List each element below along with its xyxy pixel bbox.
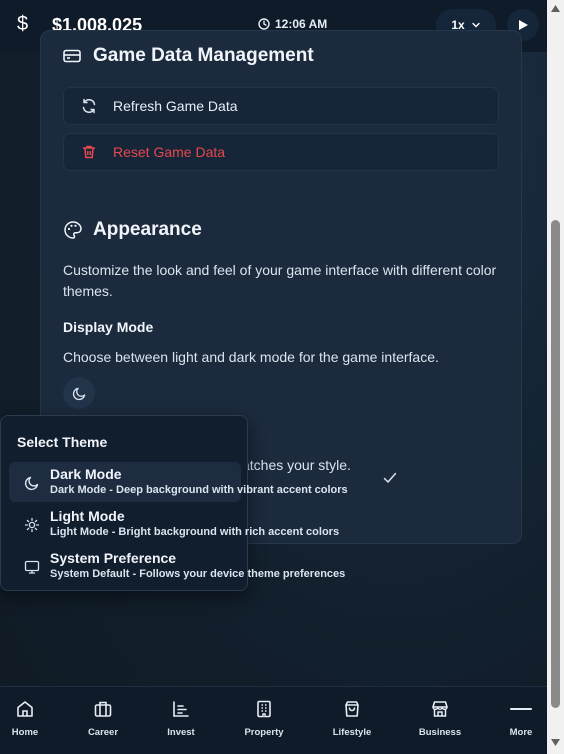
theme-option-description: System Default - Follows your device the…: [50, 568, 346, 580]
menu-icon: [509, 697, 533, 721]
theme-option-light[interactable]: Light Mode Light Mode - Bright backgroun…: [9, 504, 339, 544]
sun-icon: [23, 516, 41, 534]
nav-label: Career: [87, 727, 119, 738]
nav-career[interactable]: Career: [73, 697, 133, 738]
refresh-label: Refresh Game Data: [113, 98, 238, 114]
refresh-icon: [82, 98, 96, 114]
nav-label: Property: [244, 727, 284, 738]
trash-icon: [82, 145, 96, 159]
play-icon: [519, 20, 528, 30]
display-mode-heading: Display Mode: [63, 319, 154, 335]
scroll-down-icon[interactable]: [550, 737, 561, 748]
display-mode-description: Choose between light and dark mode for t…: [63, 349, 439, 365]
theme-option-description: Light Mode - Bright background with rich…: [50, 526, 340, 538]
bottom-navigation: Home Career Invest Property Lifestyle Bu…: [0, 686, 547, 754]
scroll-up-icon[interactable]: [550, 3, 561, 14]
page-scrollbar[interactable]: [547, 0, 564, 754]
nav-more[interactable]: More: [491, 697, 551, 738]
refresh-game-data-button[interactable]: Refresh Game Data: [63, 87, 499, 125]
theme-option-name: Light Mode: [50, 508, 125, 524]
nav-label: Lifestyle: [332, 727, 372, 738]
game-data-heading: Game Data Management: [63, 45, 314, 67]
reset-label: Reset Game Data: [113, 144, 226, 160]
appearance-description: Customize the look and feel of your game…: [63, 262, 497, 299]
theme-option-dark[interactable]: Dark Mode Dark Mode - Deep background wi…: [9, 462, 348, 502]
dollar-icon: $: [17, 13, 29, 35]
nav-home[interactable]: Home: [0, 697, 55, 738]
game-data-title: Game Data Management: [93, 45, 314, 66]
display-mode-toggle[interactable]: [63, 377, 95, 409]
home-icon: [13, 697, 37, 721]
appearance-heading: Appearance: [63, 219, 202, 241]
nav-label: More: [509, 727, 533, 738]
scrollbar-thumb[interactable]: [551, 220, 560, 708]
reset-game-data-button[interactable]: Reset Game Data: [63, 133, 499, 171]
game-clock: 12:06 AM: [258, 17, 327, 31]
check-icon: [383, 472, 397, 483]
store-icon: [428, 697, 452, 721]
chart-icon: [169, 697, 193, 721]
theme-option-name: System Preference: [50, 550, 177, 566]
theme-dropdown-title: Select Theme: [17, 434, 108, 450]
theme-dropdown: Select Theme Dark Mode Dark Mode - Deep …: [0, 415, 348, 591]
theme-description-partial: atches your style.: [242, 457, 351, 473]
nav-label: Home: [11, 727, 39, 738]
building-icon: [252, 697, 276, 721]
briefcase-icon: [91, 697, 115, 721]
nav-lifestyle[interactable]: Lifestyle: [322, 697, 382, 738]
nav-business[interactable]: Business: [410, 697, 470, 738]
game-time: 12:06 AM: [275, 17, 328, 31]
storage-icon: [63, 49, 81, 63]
theme-option-description: Dark Mode - Deep background with vibrant…: [50, 484, 348, 496]
clock-icon: [258, 18, 270, 30]
bag-icon: [340, 697, 364, 721]
nav-property[interactable]: Property: [234, 697, 294, 738]
moon-icon: [72, 387, 85, 400]
monitor-icon: [23, 558, 41, 576]
theme-option-name: Dark Mode: [50, 466, 122, 482]
palette-icon: [64, 221, 82, 239]
nav-invest[interactable]: Invest: [151, 697, 211, 738]
theme-option-system[interactable]: System Preference System Default - Follo…: [9, 546, 345, 586]
nav-label: Business: [418, 727, 462, 738]
nav-label: Invest: [167, 727, 195, 738]
appearance-title: Appearance: [93, 219, 202, 240]
moon-icon: [23, 474, 41, 492]
chevron-down-icon: [471, 22, 480, 28]
